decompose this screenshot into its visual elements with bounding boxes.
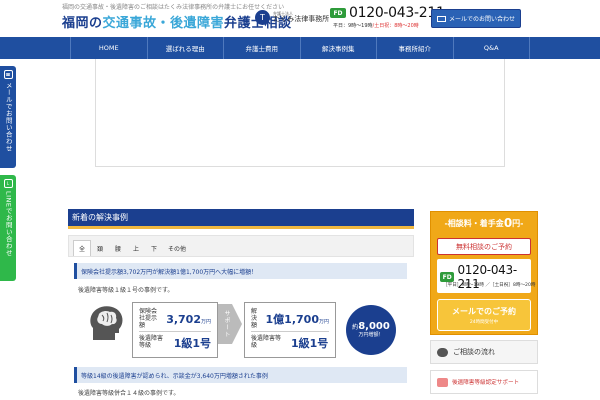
tab-back[interactable]: 腰: [109, 240, 127, 256]
promo-heading: -相談料・着手金 0 円-: [431, 212, 537, 234]
logo-pre: 福岡の: [62, 16, 103, 31]
nav-item-office[interactable]: 事務所紹介: [376, 37, 453, 59]
hours-weekend: /土日祝：8時〜20時: [372, 23, 419, 29]
result-value: 1億1,700万円: [266, 311, 329, 327]
freedial-icon: FD: [440, 272, 455, 282]
promo-hours: ［平日］9時〜19時 ／［土日祝］8時〜20時: [443, 283, 536, 288]
mail-contact-button[interactable]: メールでのお問い合わせ: [431, 9, 521, 28]
handshake-icon: [437, 377, 448, 387]
nav-item-reasons[interactable]: 選ばれる理由: [146, 37, 224, 59]
tab-upper[interactable]: 上: [127, 240, 145, 256]
cases-section-title: 新着の解決事例: [68, 209, 414, 229]
consult-promo: -相談料・着手金 0 円- 無料相談のご予約 FD 0120-043-211 ［平日…: [430, 211, 538, 335]
hero-video-frame[interactable]: [95, 59, 505, 167]
nav-item-fees[interactable]: 弁護士費用: [223, 37, 300, 59]
promo-big: 0: [503, 216, 513, 230]
cert-label: 後遺障害等級認定サポート: [452, 380, 520, 386]
firm-mark-icon: T: [255, 10, 270, 25]
mail-consult-sub: 24時間受付中: [469, 319, 499, 325]
offer-box: 保険会社提示額 3,702万円 後遺障害等級 1級1号: [132, 302, 218, 358]
promo-pre: -相談料・着手金: [444, 218, 504, 228]
mail-icon: [436, 15, 446, 22]
result-box: 解決額 1億1,700万円 後遺障害等級 1級1号: [244, 302, 336, 358]
flow-label: ご相談の流れ: [453, 348, 495, 356]
case2-description: 後遺障害等級併合１４級の事例です。: [78, 390, 180, 397]
case2-heading[interactable]: 等級14級の後遺障害が認められ、示談金が3,640万円増額された事例: [74, 367, 407, 383]
box-divider: [139, 331, 211, 332]
offer-unit: 万円: [200, 318, 211, 325]
header-tagline: 福岡の交通事故・後遺障害のご相談はたくみ法律事務所の弁護士にお任せください: [62, 4, 285, 11]
side-mail-label: メールでお問い合わせ: [4, 82, 13, 152]
tab-other[interactable]: その他: [163, 240, 191, 256]
offer-value: 3,702万円: [166, 313, 211, 326]
firm-name: たくみ法律事務所: [273, 15, 330, 23]
grade-label: 後遺障害等級: [251, 335, 282, 349]
free-consult-button[interactable]: 無料相談のご予約: [437, 238, 531, 255]
consult-flow-link[interactable]: ご相談の流れ: [430, 340, 538, 364]
grade-value: 1級1号: [291, 337, 329, 350]
freedial-icon: FD: [330, 8, 346, 18]
phone-icon: ☎: [3, 70, 13, 79]
mail-button-label: メールでのお問い合わせ: [448, 16, 515, 23]
tab-lower[interactable]: 下: [145, 240, 163, 256]
cert-support-link[interactable]: 後遺障害等級認定サポート: [430, 370, 538, 394]
increase-badge: 約8,000 万円増額！: [346, 305, 396, 355]
result-value-number: 1億1,700: [265, 313, 319, 327]
hours-weekday: 平日：9時〜19時: [333, 23, 373, 29]
increase-sub: 万円増額！: [358, 331, 384, 338]
line-icon: L: [3, 179, 13, 188]
page: 福岡の交通事故・後遺障害のご相談はたくみ法律事務所の弁護士にお任せください 福岡…: [0, 0, 600, 400]
nav-item-cases[interactable]: 解決事例集: [299, 37, 377, 59]
offer-value-number: 3,702: [166, 312, 201, 326]
mail-consult-label: メールでのご予約: [452, 306, 516, 316]
side-line-tab[interactable]: L LINEでお問い合わせ: [0, 175, 16, 281]
box-divider: [251, 331, 329, 332]
brain-head-icon: [90, 306, 123, 340]
promo-phone-box[interactable]: FD 0120-043-211 ［平日］9時〜19時 ／［土日祝］8時〜20時: [437, 259, 536, 293]
tab-all[interactable]: 全: [73, 240, 91, 256]
logo-accent: 交通事故・後遺障害: [102, 16, 225, 31]
case1-description: 後遺障害等級１級１号の事例です。: [78, 287, 174, 294]
mail-consult-button[interactable]: メールでのご予約 24時間受付中: [437, 299, 531, 331]
grade-value: 1級1号: [173, 337, 211, 350]
global-nav: HOME 選ばれる理由 弁護士費用 解決事例集 事務所紹介 Q&A: [0, 37, 600, 59]
increase-value: 8,000: [358, 321, 390, 333]
side-line-label: LINEでお問い合わせ: [4, 191, 13, 257]
side-mail-tab[interactable]: ☎ メールでお問い合わせ: [0, 66, 16, 168]
case1-heading[interactable]: 保険会社提示額3,702万円が解決額1億1,700万円へ大幅に増額！: [74, 263, 407, 279]
tab-neck[interactable]: 頚: [91, 240, 109, 256]
case-tabs: 全 頚 腰 上 下 その他: [68, 235, 414, 257]
result-label: 解決額: [251, 308, 258, 329]
nav-item-qa[interactable]: Q&A: [452, 37, 530, 59]
grade-label: 後遺障害等級: [139, 335, 164, 349]
offer-label: 保険会社提示額: [139, 308, 158, 329]
promo-post: 円-: [512, 218, 524, 228]
header-hours: 平日：9時〜19時/土日祝：8時〜20時: [333, 22, 419, 29]
firm-logo[interactable]: T 弁護士法人 たくみ法律事務所: [255, 10, 329, 25]
support-label: サポート: [223, 310, 230, 338]
result-unit: 万円: [318, 319, 329, 326]
header-phone[interactable]: FD 0120-043-211: [330, 5, 445, 21]
nav-item-home[interactable]: HOME: [70, 37, 147, 59]
chat-icon: [437, 347, 448, 357]
